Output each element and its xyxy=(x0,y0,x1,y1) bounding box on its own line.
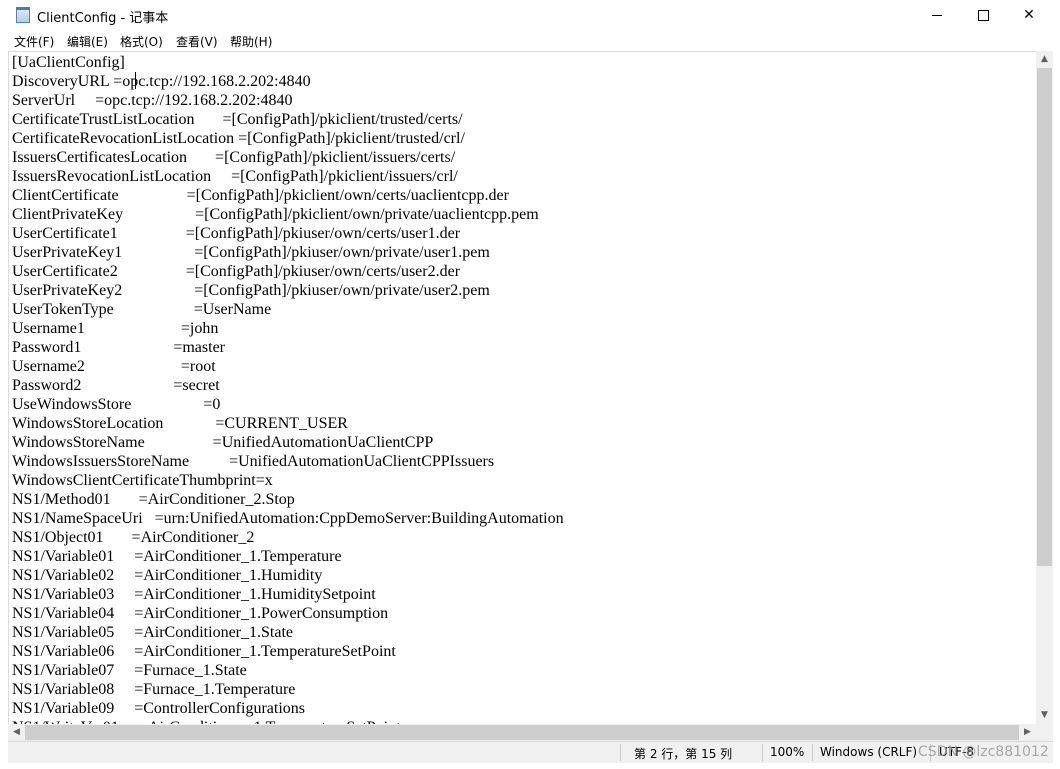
horizontal-scrollbar[interactable]: ◀ ▶ xyxy=(8,724,1036,741)
editor-line[interactable]: Username1 =john xyxy=(12,319,564,338)
status-separator xyxy=(762,744,763,761)
scroll-left-icon[interactable]: ◀ xyxy=(8,724,25,741)
editor-line[interactable]: WindowsStoreName =UnifiedAutomationUaCli… xyxy=(12,433,564,452)
watermark: CSDN @lzc881012 xyxy=(918,744,1049,760)
editor-line[interactable]: NS1/Variable03 =AirConditioner_1.Humidit… xyxy=(12,585,564,604)
close-button[interactable]: ✕ xyxy=(1006,0,1052,31)
editor-line[interactable]: ClientCertificate =[ConfigPath]/pkiclien… xyxy=(12,186,564,205)
editor-line[interactable]: Password1 =master xyxy=(12,338,564,357)
scroll-down-icon[interactable]: ▼ xyxy=(1036,707,1053,724)
editor-line[interactable]: UserPrivateKey2 =[ConfigPath]/pkiuser/ow… xyxy=(12,281,564,300)
editor-line[interactable]: NS1/Variable04 =AirConditioner_1.PowerCo… xyxy=(12,604,564,623)
editor-line[interactable]: NS1/Variable07 =Furnace_1.State xyxy=(12,661,564,680)
editor-line[interactable]: NS1/Object01 =AirConditioner_2 xyxy=(12,528,564,547)
editor-line[interactable]: WindowsIssuersStoreName =UnifiedAutomati… xyxy=(12,452,564,471)
editor-line[interactable]: NS1/Variable01 =AirConditioner_1.Tempera… xyxy=(12,547,564,566)
menu-format[interactable]: 格式(O) xyxy=(120,33,163,50)
line-ending: Windows (CRLF) xyxy=(820,745,918,759)
editor-line[interactable]: ClientPrivateKey =[ConfigPath]/pkiclient… xyxy=(12,205,564,224)
status-separator xyxy=(620,744,621,761)
editor-line[interactable]: DiscoveryURL =opc.tcp://192.168.2.202:48… xyxy=(12,72,564,91)
editor-line[interactable]: NS1/NameSpaceUri =urn:UnifiedAutomation:… xyxy=(12,509,564,528)
vertical-scrollbar[interactable]: ▲ ▼ xyxy=(1036,51,1053,724)
editor-line[interactable]: NS1/Variable09 =ControllerConfigurations xyxy=(12,699,564,718)
editor-line[interactable]: UserTokenType =UserName xyxy=(12,300,564,319)
zoom-level: 100% xyxy=(770,745,805,759)
menu-edit[interactable]: 编辑(E) xyxy=(67,33,108,50)
editor-line[interactable]: WindowsClientCertificateThumbprint=x xyxy=(12,471,564,490)
editor-line[interactable]: IssuersRevocationListLocation =[ConfigPa… xyxy=(12,167,564,186)
editor-line[interactable]: NS1/Variable02 =AirConditioner_1.Humidit… xyxy=(12,566,564,585)
minimize-button[interactable] xyxy=(914,0,960,31)
scrollbar-corner xyxy=(1036,724,1053,741)
editor-line[interactable]: NS1/Variable06 =AirConditioner_1.Tempera… xyxy=(12,642,564,661)
editor-line[interactable]: CertificateRevocationListLocation =[Conf… xyxy=(12,129,564,148)
editor-line[interactable]: IssuersCertificatesLocation =[ConfigPath… xyxy=(12,148,564,167)
text-caret xyxy=(135,72,136,89)
minimize-icon xyxy=(932,14,942,16)
editor-line[interactable]: [UaClientConfig] xyxy=(12,53,564,72)
editor-line[interactable]: WindowsStoreLocation =CURRENT_USER xyxy=(12,414,564,433)
menu-help[interactable]: 帮助(H) xyxy=(230,33,272,50)
editor-line[interactable]: ServerUrl =opc.tcp://192.168.2.202:4840 xyxy=(12,91,564,110)
horizontal-scroll-thumb[interactable] xyxy=(25,725,1019,740)
vertical-scroll-thumb[interactable] xyxy=(1037,68,1052,566)
maximize-icon xyxy=(977,9,989,21)
status-separator xyxy=(812,744,813,761)
notepad-icon xyxy=(16,7,30,23)
editor-line[interactable]: Username2 =root xyxy=(12,357,564,376)
menu-file[interactable]: 文件(F) xyxy=(14,33,54,50)
close-icon: ✕ xyxy=(1023,7,1035,23)
cursor-position: 第 2 行，第 15 列 xyxy=(634,747,733,761)
editor-line[interactable]: UserCertificate1 =[ConfigPath]/pkiuser/o… xyxy=(12,224,564,243)
maximize-button[interactable] xyxy=(960,0,1006,31)
editor-line[interactable]: UseWindowsStore =0 xyxy=(12,395,564,414)
editor-line[interactable]: NS1/Variable08 =Furnace_1.Temperature xyxy=(12,680,564,699)
editor-line[interactable]: NS1/Method01 =AirConditioner_2.Stop xyxy=(12,490,564,509)
menu-bar: 文件(F) 编辑(E) 格式(O) 查看(V) 帮助(H) xyxy=(0,31,1060,51)
editor-line[interactable]: UserPrivateKey1 =[ConfigPath]/pkiuser/ow… xyxy=(12,243,564,262)
title-bar[interactable]: ClientConfig - 记事本 ✕ xyxy=(0,0,1060,31)
notepad-window: ClientConfig - 记事本 ✕ 文件(F) 编辑(E) 格式(O) 查… xyxy=(0,0,1060,769)
window-edge xyxy=(1053,31,1060,769)
text-editor[interactable]: [UaClientConfig] DiscoveryURL =opc.tcp://… xyxy=(8,51,1036,724)
editor-line[interactable]: CertificateTrustListLocation =[ConfigPat… xyxy=(12,110,564,129)
scroll-right-icon[interactable]: ▶ xyxy=(1019,724,1036,741)
menu-view[interactable]: 查看(V) xyxy=(176,33,218,50)
editor-line[interactable]: Password2 =secret xyxy=(12,376,564,395)
status-bar: 第 2 行，第 15 列 100% Windows (CRLF) UTF-8 xyxy=(8,741,1053,763)
editor-line[interactable]: NS1/Variable05 =AirConditioner_1.State xyxy=(12,623,564,642)
window-title: ClientConfig - 记事本 xyxy=(37,11,169,26)
editor-text[interactable]: [UaClientConfig] DiscoveryURL =opc.tcp://… xyxy=(12,53,564,724)
editor-line[interactable]: UserCertificate2 =[ConfigPath]/pkiuser/o… xyxy=(12,262,564,281)
scroll-up-icon[interactable]: ▲ xyxy=(1036,51,1053,68)
